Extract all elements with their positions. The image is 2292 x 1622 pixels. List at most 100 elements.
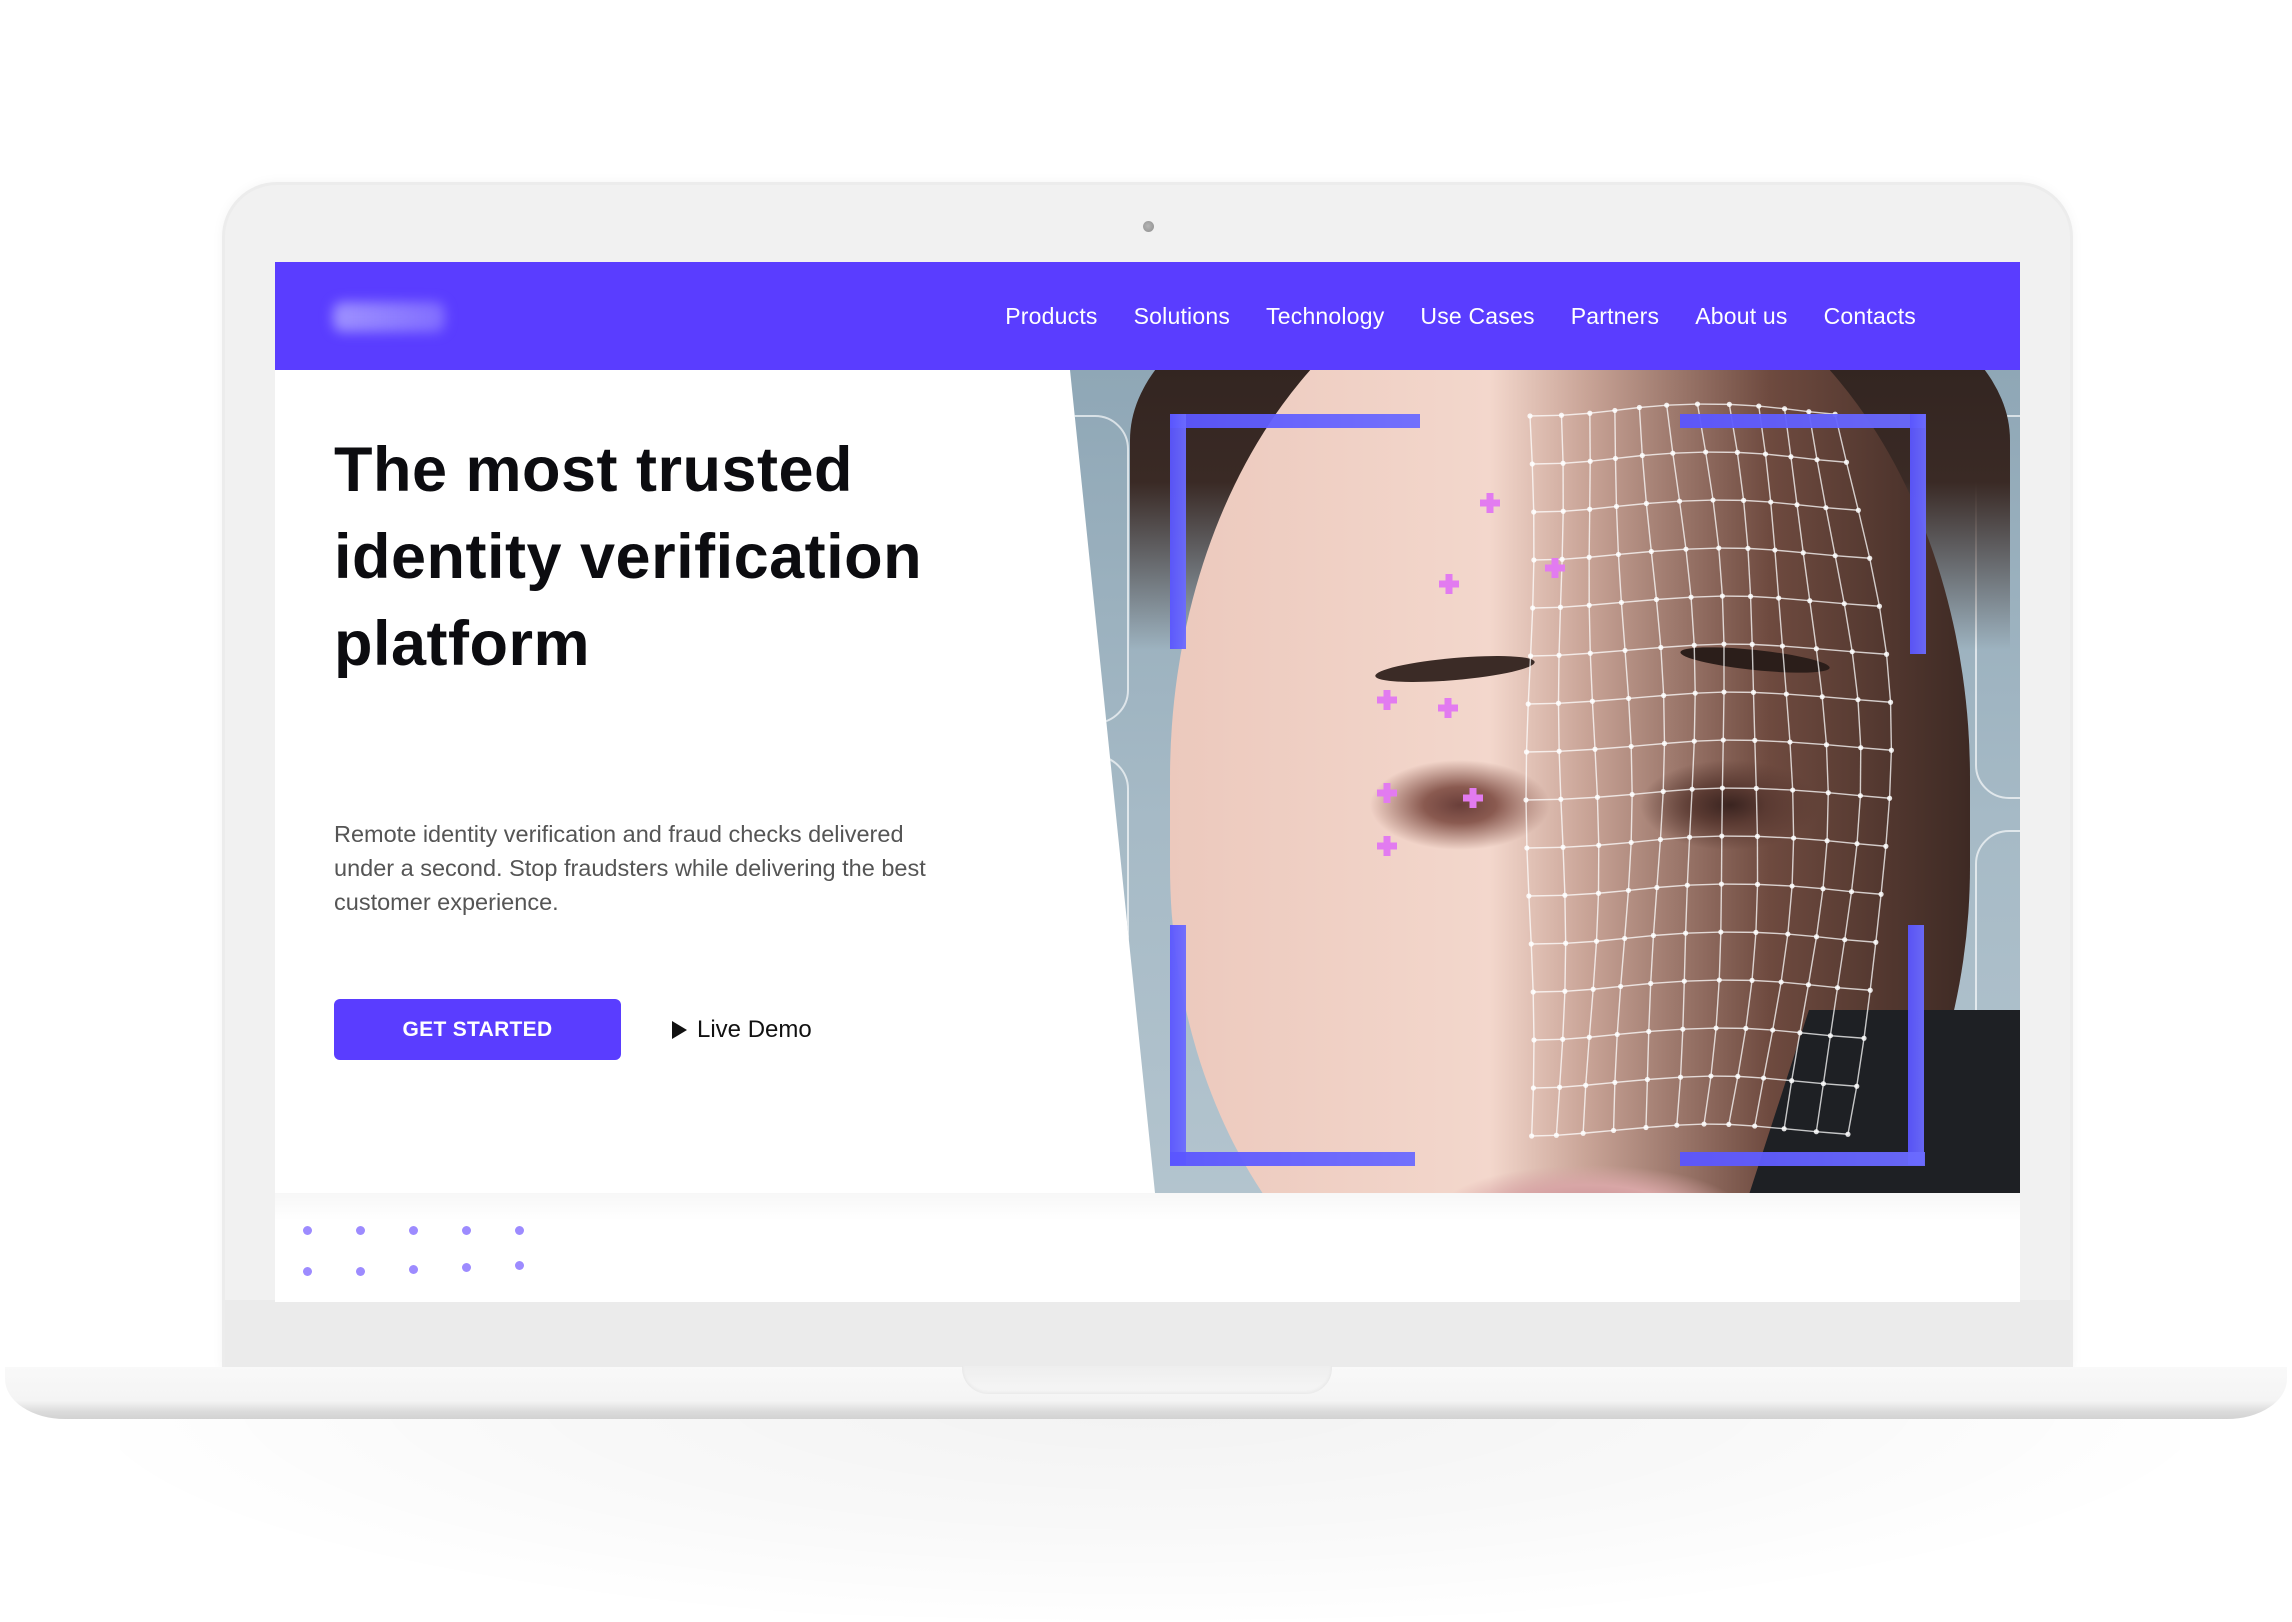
mesh-node [1646,1028,1652,1035]
mesh-line [1526,847,1530,897]
mesh-line [1592,941,1598,990]
mesh-line [1590,649,1626,654]
mesh-node [1691,642,1697,648]
decor-dot [356,1226,365,1235]
mesh-line [1685,549,1692,598]
mesh-line [1737,451,1766,455]
mesh-node [1718,881,1725,887]
nav-item-partners[interactable]: Partners [1571,303,1660,330]
mesh-line [1751,932,1757,981]
mesh-node [1664,402,1670,408]
mesh-node [1841,601,1847,607]
mesh-node [1683,546,1689,552]
mesh-line [1645,1079,1649,1128]
mesh-node [1756,403,1762,409]
mesh-line [1789,741,1827,746]
mesh-node [1718,929,1724,935]
mesh-line [1755,931,1788,935]
mesh-node [1720,737,1726,743]
decor-dot [462,1263,471,1272]
mesh-line [1559,748,1596,752]
live-demo-button[interactable]: Live Demo [672,999,812,1060]
mesh-node [1614,1031,1620,1038]
mesh-node [1783,691,1789,697]
mesh-line [1526,798,1561,801]
mesh-line [1664,740,1695,745]
laptop-hinge-notch [962,1366,1332,1394]
mesh-line [1796,504,1804,553]
mesh-node [1523,797,1529,803]
mesh-line [1530,943,1534,993]
mesh-line [1844,603,1880,607]
mesh-line [1694,739,1724,742]
landmark-marker-icon [1480,493,1500,513]
mesh-node [1648,980,1654,987]
play-icon [672,1020,687,1039]
mesh-line [1598,841,1632,846]
mesh-line [1560,799,1564,848]
mesh-node [1721,641,1727,647]
mesh-node [1586,602,1592,608]
mesh-node [1681,978,1687,984]
mesh-line [1663,788,1693,793]
decor-dot [303,1267,312,1276]
mesh-node [1688,594,1694,600]
mesh-line [1562,991,1566,1040]
mesh-line [1648,983,1652,1032]
mesh-line [1648,1028,1683,1033]
nav-item-technology[interactable]: Technology [1266,303,1384,330]
nav-item-solutions[interactable]: Solutions [1134,303,1230,330]
mesh-line [1589,601,1622,606]
webcam-icon [1143,221,1154,232]
mesh-line [1684,885,1689,934]
mesh-node [1883,843,1889,849]
mesh-node [1855,697,1861,703]
mesh-line [1692,787,1723,790]
mesh-line [1526,846,1564,849]
nav-item-about-us[interactable]: About us [1695,303,1787,330]
mesh-line [1655,599,1662,648]
mesh-line [1790,1032,1801,1081]
mesh-line [1829,987,1839,1036]
mesh-node [1750,689,1757,695]
brand-logo[interactable] [333,302,445,332]
mesh-node [1883,651,1890,657]
mesh-line [1662,695,1666,744]
mesh-line [1588,605,1591,654]
mesh-line [1822,888,1852,893]
mesh-node [1734,449,1740,455]
mesh-line [1564,943,1567,992]
nav-item-use-cases[interactable]: Use Cases [1420,303,1534,330]
mesh-line [1885,798,1891,847]
mesh-line [1585,1037,1590,1086]
decor-dot [462,1226,471,1235]
mesh-line [1860,795,1890,799]
mesh-line [1564,988,1594,992]
mesh-line [1816,1131,1848,1135]
nav-item-products[interactable]: Products [1005,303,1097,330]
mesh-line [1875,894,1882,943]
face-mesh-overlay [1377,401,1894,1139]
mesh-line [1631,742,1665,748]
mesh-node [1622,935,1628,942]
mesh-line [1627,842,1632,891]
mesh-line [1720,884,1723,933]
mesh-line [1770,501,1798,506]
mesh-node [1562,988,1568,994]
get-started-button[interactable]: GET STARTED [334,999,621,1060]
mesh-line [1851,891,1882,895]
hero-subtitle-line: Remote identity verification and fraud c… [334,821,904,847]
mesh-line [1736,452,1745,501]
mesh-node [1867,555,1873,561]
mesh-line [1755,884,1759,933]
mesh-line [1672,453,1681,502]
mesh-line [1718,548,1724,597]
mesh-line [1585,1081,1615,1086]
mesh-line [1589,1033,1618,1038]
mesh-line [1756,787,1793,791]
mesh-line [1641,455,1648,504]
mesh-node [1820,1081,1827,1087]
mesh-node [1878,891,1884,897]
mesh-node [1529,1133,1535,1139]
nav-item-contacts[interactable]: Contacts [1824,303,1916,330]
